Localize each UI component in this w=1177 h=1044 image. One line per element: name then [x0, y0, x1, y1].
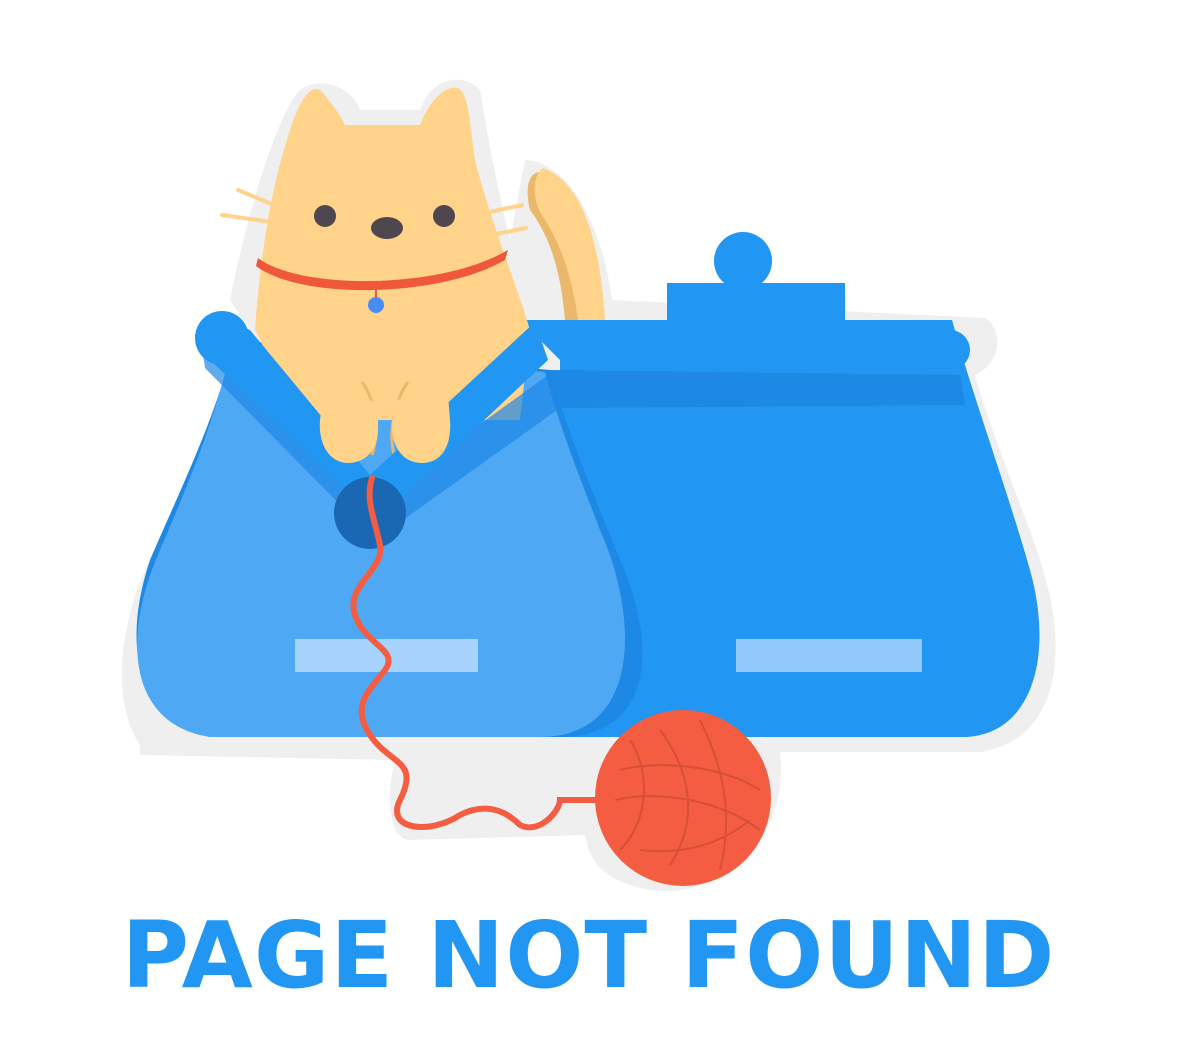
- page-not-found-heading: PAGE NOT FOUND: [121, 902, 1056, 1009]
- cat-nose: [371, 217, 403, 239]
- cat-left-eye: [314, 205, 336, 227]
- yarn-ball: [595, 710, 771, 886]
- collar-tag: [368, 297, 384, 313]
- not-found-illustration: [121, 79, 1056, 892]
- cat-right-eye: [433, 205, 455, 227]
